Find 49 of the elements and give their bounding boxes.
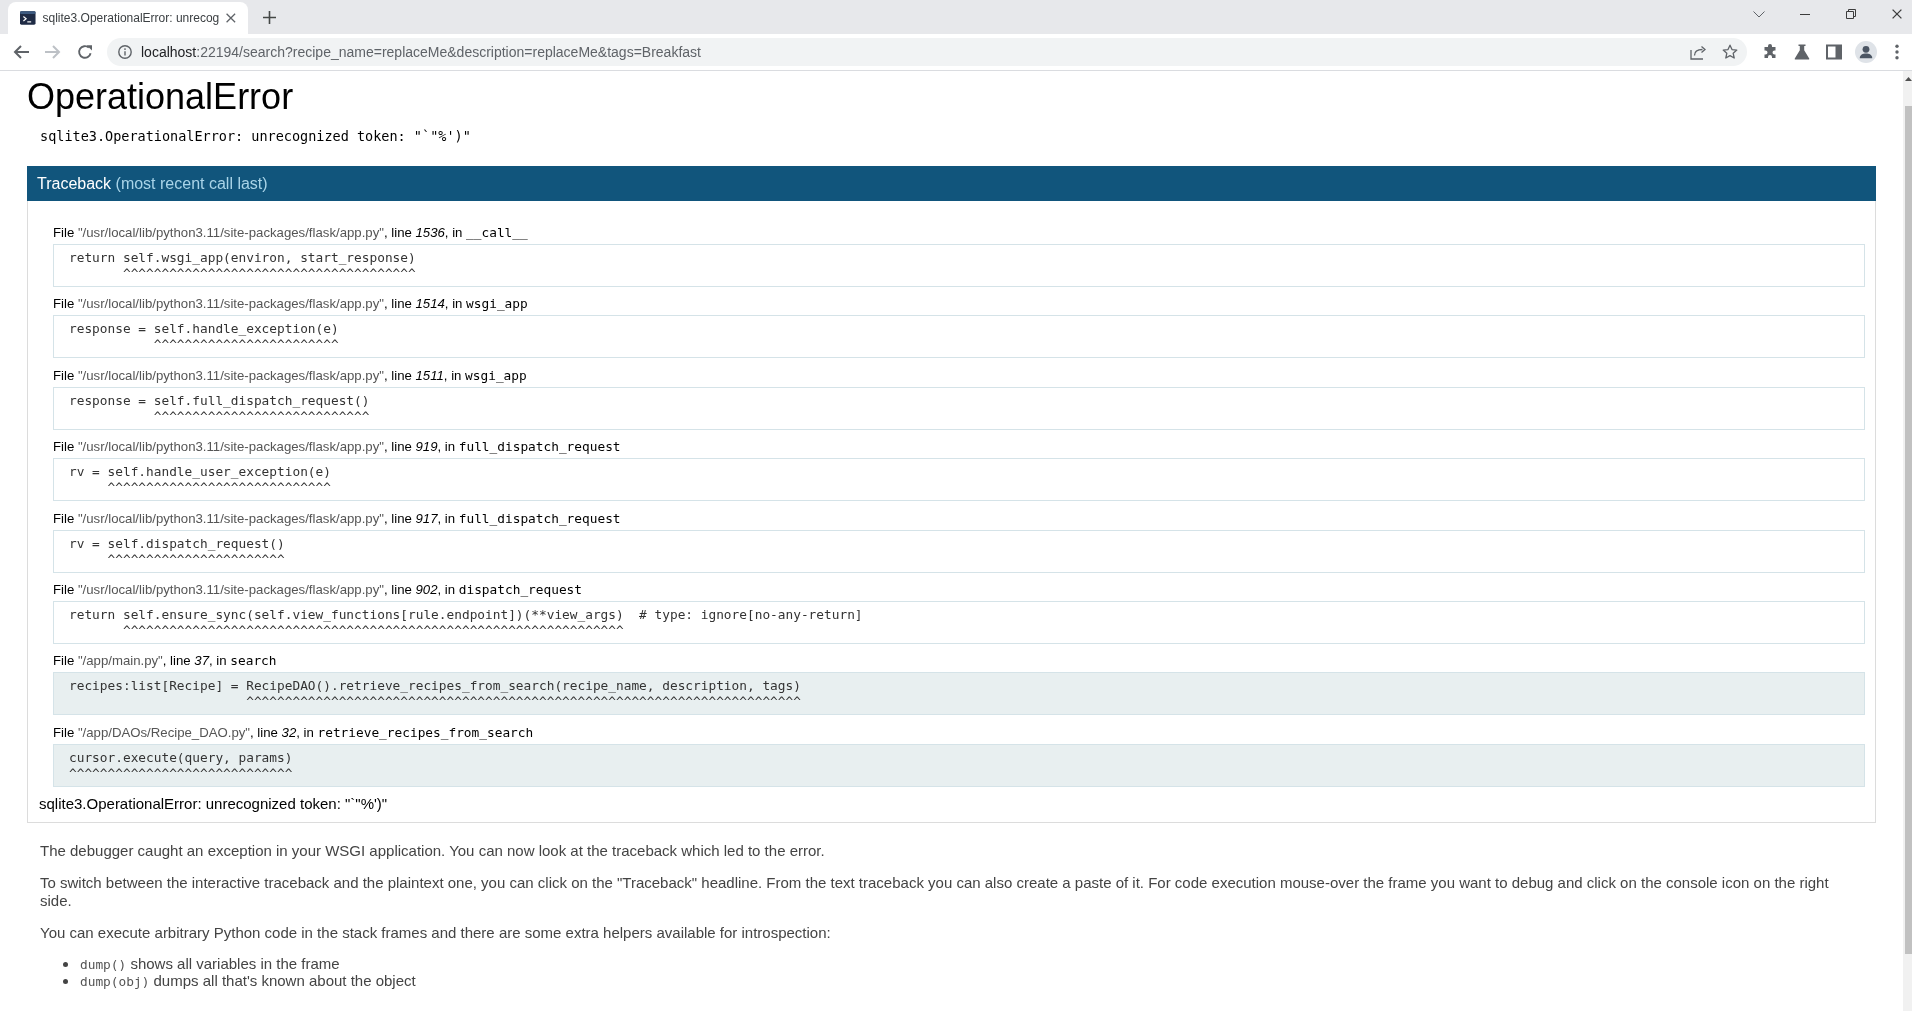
info-icon[interactable] <box>118 45 132 59</box>
helper-description: dump() shows all variables in the frame <box>80 955 340 974</box>
profile-avatar-icon[interactable] <box>1855 41 1877 63</box>
code-block: return self.ensure_sync(self.view_functions[rule.endpoint])(**view_args) # type: ignore[no-any-return] ^^^^^^^^^^^^^^^^^^^^^^^^^^^^^^^^^^^^^^^^^^^^^^^^^^^^^^^^^^^^^^^^^ <box>53 600 1865 644</box>
puzzle-icon[interactable] <box>1762 44 1778 60</box>
explanation-text: You can execute arbitrary Python code in the stack frames and there are some extra helpers available for introspection: <box>40 923 832 942</box>
close-icon[interactable] <box>226 13 236 23</box>
code-block: rv = self.handle_user_exception(e) ^^^^^^^^^^^^^^^^^^^^^^^^^^^^^ <box>53 458 1865 502</box>
terminal-icon <box>20 11 36 25</box>
frame-location: File "/usr/local/lib/python3.11/site-packages/flask/app.py", line 917, in full_dispatch_request <box>53 509 621 528</box>
share-icon[interactable] <box>1690 44 1706 60</box>
explanation-text: The debugger caught an exception in your WSGI application. You can now look at the traceback which led to the error. <box>40 842 826 860</box>
bullet-icon <box>63 961 68 967</box>
code-block: cursor.execute(query, params) ^^^^^^^^^^^^^^^^^^^^^^^^^^^^^ <box>53 743 1865 787</box>
frame-location: File "/usr/local/lib/python3.11/site-packages/flask/app.py", line 902, in dispatch_request <box>53 580 583 599</box>
page-heading: OperationalError <box>27 75 294 117</box>
frame-location: File "/app/DAOs/Recipe_DAO.py", line 32, in retrieve_recipes_from_search <box>53 723 534 742</box>
arrow-left-icon[interactable] <box>13 45 29 59</box>
close-icon[interactable] <box>1892 9 1902 19</box>
scrollbar-thumb[interactable] <box>1905 106 1912 954</box>
explanation-text: To switch between the interactive traceback and the plaintext one, you can click on the "Traceback" headline. From the text traceback you can also create a paste of it. For code execution mouse-over the frame you want to debug and click on the console icon on the right side. <box>40 874 1830 910</box>
flask-icon[interactable] <box>1794 44 1810 60</box>
restore-icon[interactable] <box>1846 9 1856 19</box>
star-icon[interactable] <box>1722 44 1738 60</box>
address-bar[interactable]: localhost:22194/search?recipe_name=replaceMe&description=replaceMe&tags=Breakfast <box>107 38 1747 66</box>
menu-icon[interactable] <box>1895 44 1899 60</box>
reload-icon[interactable] <box>77 44 93 60</box>
traceback-heading[interactable]: Traceback (most recent call last) <box>27 166 1876 201</box>
code-block: recipes:list[Recipe] = RecipeDAO().retrieve_recipes_from_search(recipe_name, description, tags) ^^^^^^^^^^^^^^^^^^^^^^^^^^^^^^^^^^^^^^^^^^^^^^^^^^^^^^^^^^^^^^^^^^^^^^^^ <box>53 672 1865 716</box>
chevron-down-icon[interactable] <box>1753 10 1765 18</box>
code-block: response = self.handle_exception(e) ^^^^^^^^^^^^^^^^^^^^^^^^ <box>53 315 1865 359</box>
browser-tab[interactable]: sqlite3.OperationalError: unrecog <box>8 2 248 34</box>
code-block: response = self.full_dispatch_request() ^^^^^^^^^^^^^^^^^^^^^^^^^^^^ <box>53 386 1865 430</box>
helper-description: dump(obj) dumps all that's known about the object <box>80 972 416 991</box>
scrollbar[interactable] <box>1903 71 1912 1011</box>
minimize-icon[interactable] <box>1800 13 1810 15</box>
scroll-up-icon[interactable] <box>1905 77 1912 81</box>
bullet-icon <box>63 978 68 984</box>
side-panel-icon[interactable] <box>1826 44 1842 60</box>
frame-location: File "/app/main.py", line 37, in search <box>53 652 277 671</box>
frame-location: File "/usr/local/lib/python3.11/site-packages/flask/app.py", line 919, in full_dispatch_request <box>53 438 621 457</box>
frame-location: File "/usr/local/lib/python3.11/site-packages/flask/app.py", line 1514, in wsgi_app <box>53 295 528 314</box>
code-block: return self.wsgi_app(environ, start_response) ^^^^^^^^^^^^^^^^^^^^^^^^^^^^^^^^^^^^^^ <box>53 244 1865 287</box>
frame-location: File "/usr/local/lib/python3.11/site-packages/flask/app.py", line 1511, in wsgi_app <box>53 366 527 385</box>
exception-message: sqlite3.OperationalError: unrecognized token: "`"%')" <box>39 795 388 814</box>
frame-location: File "/usr/local/lib/python3.11/site-packages/flask/app.py", line 1536, in __call__ <box>53 224 528 242</box>
code-block: rv = self.dispatch_request() ^^^^^^^^^^^^^^^^^^^^^^^ <box>53 529 1865 573</box>
plus-icon[interactable] <box>263 10 276 24</box>
error-message: sqlite3.OperationalError: unrecognized token: "`"%')" <box>40 128 471 144</box>
